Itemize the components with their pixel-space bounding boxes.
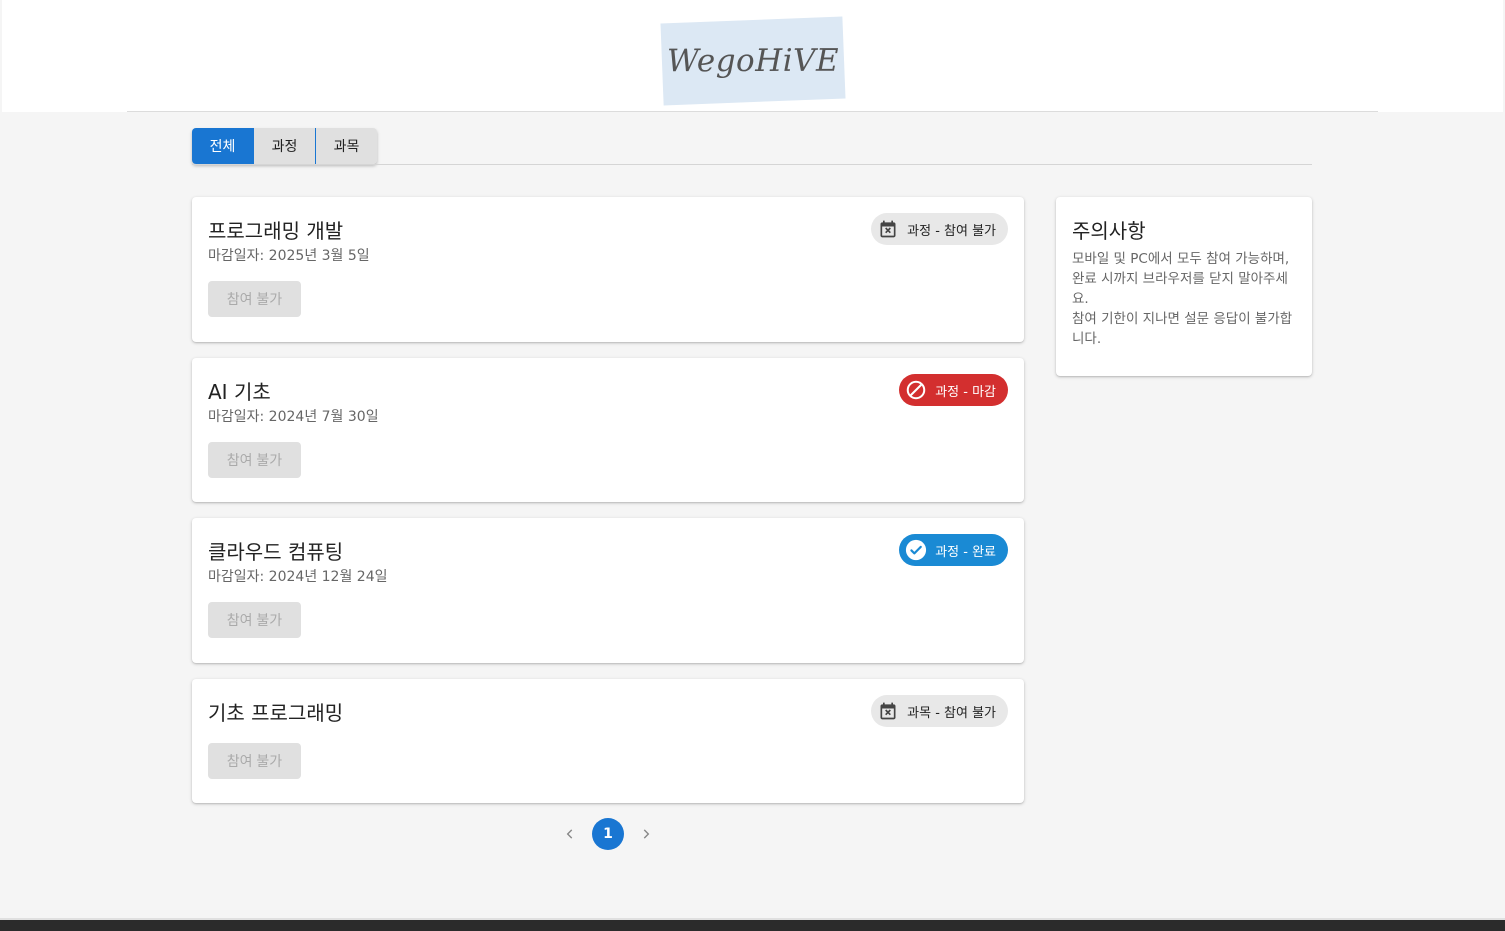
page-1-button[interactable]: 1 [592, 818, 624, 850]
tabs-divider [192, 164, 1312, 165]
block-icon [905, 379, 927, 401]
taskbar-strip [0, 918, 1505, 931]
chevron-left-icon[interactable] [556, 818, 584, 850]
chevron-right-icon[interactable] [632, 818, 660, 850]
survey-card: 프로그래밍 개발 마감일자: 2025년 3월 5일 과정 - 참여 불가 참여… [192, 197, 1024, 342]
status-chip: 과정 - 마감 [899, 374, 1008, 406]
pagination: 1 [556, 818, 660, 850]
survey-card: 기초 프로그래밍 과목 - 참여 불가 참여 불가 [192, 679, 1024, 803]
card-title: 프로그래밍 개발 [208, 219, 344, 243]
join-button[interactable]: 참여 불가 [208, 281, 301, 317]
tab-course[interactable]: 과정 [253, 128, 315, 164]
card-title: 클라우드 컴퓨팅 [208, 540, 344, 564]
brand-logo[interactable]: WegoHiVE [660, 16, 846, 106]
card-deadline: 마감일자: 2024년 12월 24일 [208, 569, 388, 585]
notice-panel: 주의사항 모바일 및 PC에서 모두 참여 가능하며, 완료 시까지 브라우저를… [1056, 197, 1312, 376]
tab-all[interactable]: 전체 [192, 128, 253, 164]
status-chip: 과정 - 완료 [899, 534, 1008, 566]
tab-subject[interactable]: 과목 [315, 128, 377, 164]
notice-title: 주의사항 [1072, 219, 1146, 243]
category-tabs: 전체 과정 과목 [192, 128, 377, 164]
card-title: 기초 프로그래밍 [208, 701, 344, 725]
survey-card: 클라우드 컴퓨팅 마감일자: 2024년 12월 24일 과정 - 완료 참여 … [192, 518, 1024, 663]
join-button[interactable]: 참여 불가 [208, 442, 301, 478]
card-deadline: 마감일자: 2025년 3월 5일 [208, 248, 370, 264]
status-chip-label: 과목 - 참여 불가 [907, 705, 996, 721]
calendar-x-icon [877, 218, 899, 240]
survey-card: AI 기초 마감일자: 2024년 7월 30일 과정 - 마감 참여 불가 [192, 358, 1024, 502]
join-button[interactable]: 참여 불가 [208, 743, 301, 779]
status-chip: 과목 - 참여 불가 [871, 695, 1008, 727]
status-chip-label: 과정 - 완료 [935, 544, 996, 560]
notice-body: 모바일 및 PC에서 모두 참여 가능하며, 완료 시까지 브라우저를 닫지 말… [1072, 251, 1293, 347]
status-chip-label: 과정 - 마감 [935, 384, 996, 400]
join-button[interactable]: 참여 불가 [208, 602, 301, 638]
card-title: AI 기초 [208, 380, 271, 404]
calendar-x-icon [877, 700, 899, 722]
card-deadline: 마감일자: 2024년 7월 30일 [208, 409, 379, 425]
check-circle-icon [905, 539, 927, 561]
status-chip-label: 과정 - 참여 불가 [907, 223, 996, 239]
brand-logo-text: WegoHiVE [666, 42, 840, 80]
status-chip: 과정 - 참여 불가 [871, 213, 1008, 245]
header-divider [127, 111, 1378, 112]
